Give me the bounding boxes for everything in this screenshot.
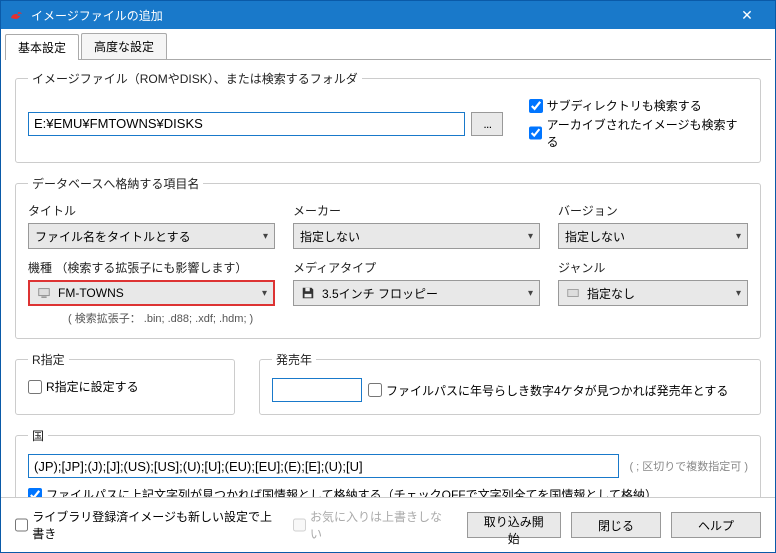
chk-country-store[interactable]: ファイルパスに上記文字列が見つかれば国情報として格納する（チェックOFFで文字列… bbox=[28, 486, 748, 497]
tab-basic[interactable]: 基本設定 bbox=[5, 34, 79, 60]
titlebar: イメージファイルの追加 ✕ bbox=[1, 1, 775, 29]
tab-content: イメージファイル（ROMやDISK）、または検索するフォルダ . . . サブデ… bbox=[1, 60, 775, 497]
label-genre: ジャンル bbox=[558, 259, 748, 276]
group-database-legend: データベースへ格納する項目名 bbox=[28, 175, 203, 192]
tab-strip: 基本設定 高度な設定 bbox=[5, 33, 771, 60]
chk-r-rating[interactable]: R指定に設定する bbox=[28, 378, 222, 395]
group-database: データベースへ格納する項目名 タイトル ファイル名をタイトルとする▾ メーカー … bbox=[15, 175, 761, 339]
select-maker[interactable]: 指定しない▾ bbox=[293, 223, 540, 249]
country-input[interactable] bbox=[28, 454, 619, 478]
import-button[interactable]: 取り込み開始 bbox=[467, 512, 561, 538]
button-bar: ライブラリ登録済イメージも新しい設定で上書き お気に入りは上書きしない 取り込み… bbox=[1, 497, 775, 552]
chevron-down-icon: ▾ bbox=[528, 288, 533, 299]
chk-archive[interactable]: アーカイブされたイメージも検索する bbox=[529, 116, 748, 150]
chk-overwrite-box[interactable] bbox=[15, 518, 28, 532]
group-country: 国 ( ; 区切りで複数指定可 ) ファイルパスに上記文字列が見つかれば国情報と… bbox=[15, 427, 761, 497]
close-dialog-button[interactable]: 閉じる bbox=[571, 512, 661, 538]
browse-button[interactable]: . . . bbox=[471, 112, 503, 136]
chk-subdir[interactable]: サブディレクトリも検索する bbox=[529, 97, 748, 114]
label-maker: メーカー bbox=[293, 202, 540, 219]
app-icon bbox=[9, 7, 25, 23]
group-year: 発売年 ファイルパスに年号らしき数字4ケタが見つかれば発売年とする bbox=[259, 351, 761, 415]
group-folder-legend: イメージファイル（ROMやDISK）、または検索するフォルダ bbox=[28, 70, 362, 87]
computer-icon bbox=[36, 285, 52, 301]
select-version[interactable]: 指定しない▾ bbox=[558, 223, 748, 249]
group-folder: イメージファイル（ROMやDISK）、または検索するフォルダ . . . サブデ… bbox=[15, 70, 761, 163]
tab-advanced[interactable]: 高度な設定 bbox=[81, 33, 167, 59]
chk-favorite-box bbox=[293, 518, 306, 532]
group-country-legend: 国 bbox=[28, 427, 48, 444]
select-machine[interactable]: FM-TOWNS▾ bbox=[28, 280, 275, 306]
chk-r-rating-box[interactable] bbox=[28, 380, 42, 394]
dialog-window: イメージファイルの追加 ✕ 基本設定 高度な設定 イメージファイル（ROMやDI… bbox=[0, 0, 776, 553]
group-r-legend: R指定 bbox=[28, 351, 69, 368]
chk-year-auto-box[interactable] bbox=[368, 383, 382, 397]
select-title[interactable]: ファイル名をタイトルとする▾ bbox=[28, 223, 275, 249]
chk-year-auto[interactable]: ファイルパスに年号らしき数字4ケタが見つかれば発売年とする bbox=[368, 382, 728, 399]
extension-note: ( 検索拡張子： .bin; .d88; .xdf; .hdm; ) bbox=[68, 310, 748, 326]
genre-icon bbox=[565, 285, 581, 301]
chk-subdir-box[interactable] bbox=[529, 99, 543, 113]
country-hint: ( ; 区切りで複数指定可 ) bbox=[629, 458, 748, 474]
chevron-down-icon: ▾ bbox=[262, 288, 267, 299]
chk-overwrite[interactable]: ライブラリ登録済イメージも新しい設定で上書き bbox=[15, 508, 283, 542]
label-machine: 機種 （検索する拡張子にも影響します） bbox=[28, 259, 275, 276]
group-r-rating: R指定 R指定に設定する bbox=[15, 351, 235, 415]
chevron-down-icon: ▾ bbox=[736, 288, 741, 299]
chk-archive-box[interactable] bbox=[529, 126, 543, 140]
chevron-down-icon: ▾ bbox=[528, 231, 533, 242]
chk-favorite: お気に入りは上書きしない bbox=[293, 508, 447, 542]
chevron-down-icon: ▾ bbox=[736, 231, 741, 242]
help-button[interactable]: ヘルプ bbox=[671, 512, 761, 538]
folder-path-input[interactable] bbox=[28, 112, 465, 136]
chk-country-store-box[interactable] bbox=[28, 488, 42, 498]
label-media: メディアタイプ bbox=[293, 259, 540, 276]
label-version: バージョン bbox=[558, 202, 748, 219]
floppy-icon bbox=[300, 285, 316, 301]
select-genre[interactable]: 指定なし▾ bbox=[558, 280, 748, 306]
group-year-legend: 発売年 bbox=[272, 351, 316, 368]
select-media[interactable]: 3.5インチ フロッピー▾ bbox=[293, 280, 540, 306]
label-title: タイトル bbox=[28, 202, 275, 219]
chevron-down-icon: ▾ bbox=[263, 231, 268, 242]
window-title: イメージファイルの追加 bbox=[31, 7, 727, 24]
close-button[interactable]: ✕ bbox=[727, 1, 767, 29]
year-input[interactable] bbox=[272, 378, 362, 402]
